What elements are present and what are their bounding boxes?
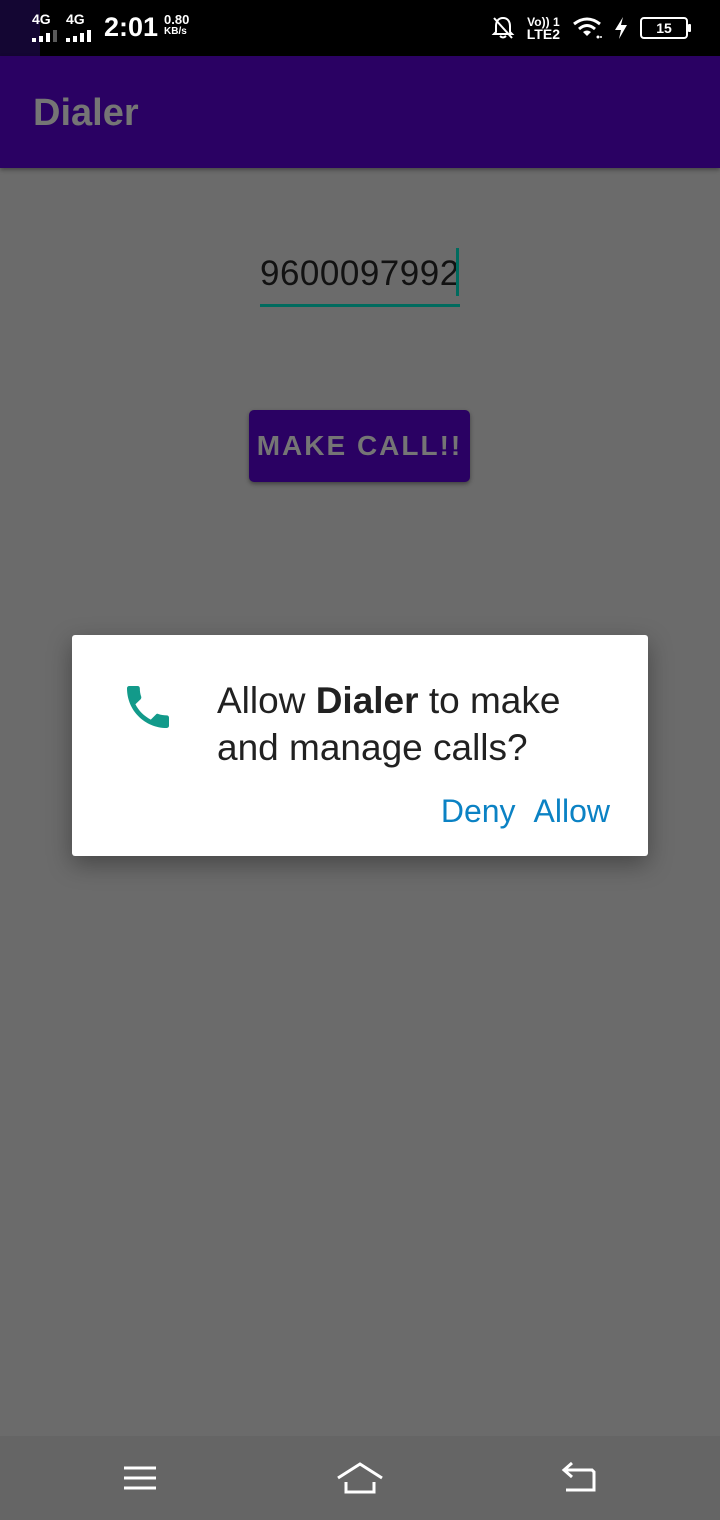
volte-bottom-label: LTE2 [526, 26, 560, 42]
network-speed: 0.80 KB/s [164, 12, 190, 38]
phone-icon [127, 686, 169, 728]
navigation-bar [0, 1436, 720, 1520]
status-icons: Vo)) 1 LTE2 15 [491, 12, 691, 44]
allow-button[interactable]: Allow [534, 793, 610, 830]
charging-icon [615, 17, 627, 39]
permission-message: Allow Dialer to make and manage calls? [217, 677, 617, 771]
notification-off-icon [491, 16, 515, 39]
sim2-signal: 4G [66, 12, 91, 42]
dialog-app-name: Dialer [315, 680, 419, 721]
menu-icon[interactable] [118, 1458, 162, 1498]
signal-bars-icon [66, 30, 91, 42]
sim2-network-label: 4G [66, 11, 85, 27]
status-bar: 4G 4G 2:01 0.80 KB/s Vo)) 1 LTE2 15 [0, 0, 720, 56]
message-prefix: Allow [217, 680, 316, 721]
clock: 2:01 [104, 12, 159, 42]
volte-indicator: Vo)) 1 LTE2 [526, 16, 560, 42]
home-icon[interactable] [336, 1458, 384, 1498]
sim1-signal: 4G [32, 12, 57, 42]
speed-value: 0.80 [164, 12, 190, 27]
deny-button[interactable]: Deny [441, 793, 516, 830]
sim1-network-label: 4G [32, 11, 51, 27]
permission-dialog: Allow Dialer to make and manage calls? D… [72, 635, 648, 856]
app-title: Dialer [33, 92, 139, 134]
phone-number-input[interactable]: 9600097992 [260, 248, 460, 307]
signal-bars-icon [32, 30, 57, 42]
make-call-button[interactable]: MAKE CALL!! [249, 410, 470, 482]
speed-unit: KB/s [164, 26, 187, 37]
battery-level: 15 [656, 20, 672, 36]
text-cursor [456, 248, 459, 296]
app-bar: Dialer [0, 56, 720, 168]
phone-number-value: 9600097992 [260, 254, 460, 293]
wifi-icon [573, 17, 602, 39]
battery-icon: 15 [640, 17, 691, 39]
back-icon[interactable] [558, 1458, 602, 1498]
dialog-actions: Deny Allow [441, 793, 610, 830]
